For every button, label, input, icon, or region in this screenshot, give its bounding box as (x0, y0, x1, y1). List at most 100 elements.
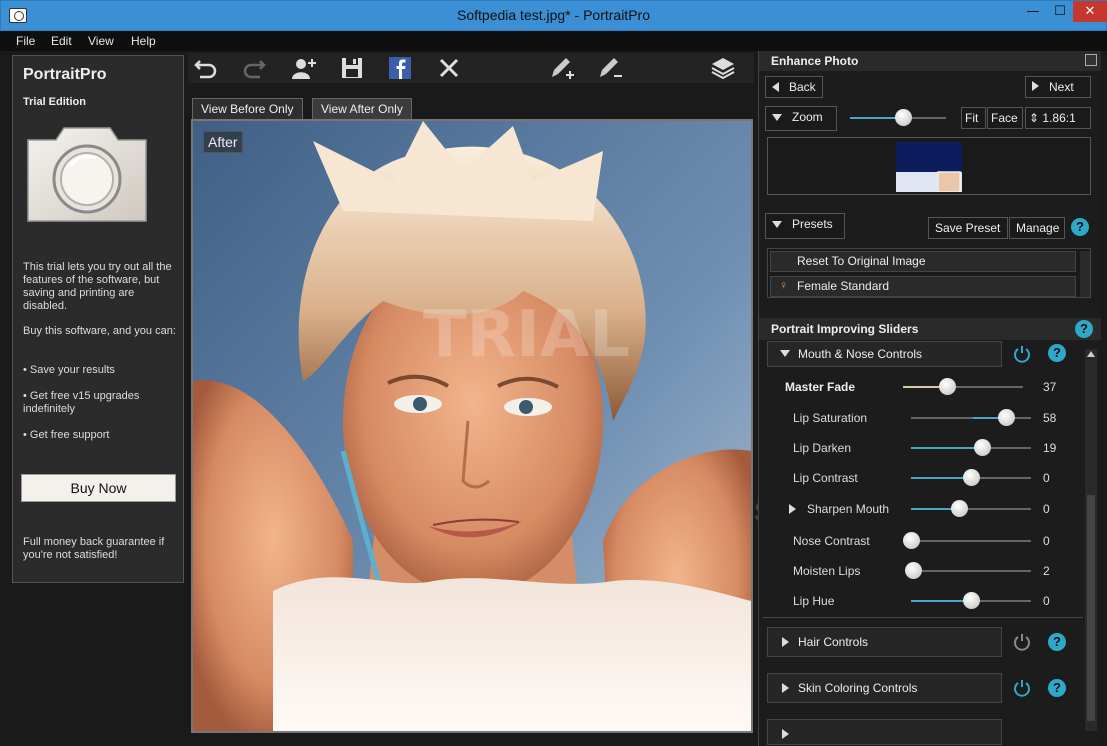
slider-knob[interactable] (903, 532, 920, 549)
menu-help[interactable]: Help (131, 34, 156, 48)
slider-track[interactable] (911, 439, 1031, 456)
scroll-up-icon[interactable] (1087, 351, 1095, 357)
chevron-down-icon (772, 221, 782, 228)
slider-knob[interactable] (974, 439, 991, 456)
slider-fill (911, 447, 982, 449)
close-button[interactable]: ✕ (1073, 1, 1107, 22)
window-title: Softpedia test.jpg* - PortraitPro (457, 7, 650, 23)
menu-file[interactable]: File (16, 34, 35, 48)
partial-section[interactable] (767, 719, 1002, 745)
slider-fill (911, 477, 971, 479)
fit-button[interactable]: Fit (961, 107, 986, 129)
slider-knob[interactable] (905, 562, 922, 579)
slider-master-fade[interactable]: Master Fade 37 (759, 372, 1101, 402)
redo-icon[interactable] (240, 55, 268, 81)
right-panel: Enhance Photo Back Next Zoom Fit Face ⇕ … (758, 51, 1101, 746)
next-arrow-icon (1032, 81, 1039, 91)
zoom-toggle[interactable]: Zoom (765, 106, 837, 131)
skin-coloring-section[interactable]: Skin Coloring Controls (767, 673, 1002, 703)
layers-icon[interactable] (709, 55, 737, 81)
zoom-slider[interactable] (850, 109, 946, 126)
add-person-icon[interactable] (290, 55, 318, 81)
next-button[interactable]: Next (1025, 76, 1091, 98)
save-icon[interactable] (338, 55, 366, 81)
undo-icon[interactable] (192, 55, 220, 81)
brush-add-icon[interactable] (548, 55, 576, 81)
chevron-down-icon (772, 114, 782, 121)
slider-knob[interactable] (939, 378, 956, 395)
slider-nose-contrast[interactable]: Nose Contrast 0 (759, 526, 1101, 556)
help-icon[interactable]: ? (1075, 320, 1093, 338)
power-icon[interactable] (1013, 633, 1031, 651)
preset-item[interactable]: Reset To Original Image (770, 251, 1076, 272)
tab-view-after-only[interactable]: View After Only (312, 98, 412, 119)
chevron-down-icon (780, 350, 790, 357)
face-button[interactable]: Face (987, 107, 1023, 129)
power-icon[interactable] (1013, 345, 1031, 363)
slider-lip-saturation[interactable]: Lip Saturation 58 (759, 403, 1101, 433)
photo-canvas[interactable]: TRIAL After (191, 119, 753, 733)
guarantee-text: Full money back guarantee if you're not … (23, 536, 165, 561)
facebook-icon[interactable] (386, 55, 414, 81)
mouth-nose-section[interactable]: Mouth & Nose Controls (767, 341, 1002, 367)
brand-name: PortraitPro (23, 66, 107, 83)
help-icon[interactable]: ? (1048, 344, 1066, 362)
minimize-button[interactable]: — (1019, 1, 1047, 22)
scroll-thumb[interactable] (1087, 495, 1095, 721)
title-bar: Softpedia test.jpg* - PortraitPro — ☐ ✕ (0, 0, 1107, 31)
slider-lip-contrast[interactable]: Lip Contrast 0 (759, 463, 1101, 493)
tab-view-before-only[interactable]: View Before Only (192, 98, 303, 119)
slider-knob[interactable] (963, 592, 980, 609)
zoom-ratio-field[interactable]: ⇕ 1.86:1 (1025, 107, 1091, 129)
slider-track[interactable] (911, 469, 1031, 486)
female-icon: ♀ (779, 278, 788, 292)
slider-track[interactable] (911, 500, 1031, 517)
presets-toggle[interactable]: Presets (765, 213, 845, 239)
slider-track[interactable] (911, 409, 1031, 426)
slider-sharpen-mouth[interactable]: Sharpen Mouth 0 (759, 494, 1101, 524)
divider (763, 617, 1083, 618)
presets-scrollbar[interactable] (1080, 251, 1090, 297)
trial-info-panel: PortraitPro Trial Edition This trial let… (12, 55, 184, 583)
thumbnail-image (896, 142, 962, 192)
after-overlay-label: After (203, 131, 243, 153)
power-icon[interactable] (1013, 679, 1031, 697)
expand-arrow-icon (782, 683, 789, 693)
back-button[interactable]: Back (765, 76, 823, 98)
panel-restore-icon[interactable] (1085, 54, 1097, 66)
benefit-item: • Save your results (23, 364, 115, 376)
expand-arrow-icon (782, 729, 789, 739)
slider-track[interactable] (911, 592, 1031, 609)
buy-intro: Buy this software, and you can: (23, 325, 176, 337)
preset-item[interactable]: ♀ Female Standard (770, 276, 1076, 297)
slider-knob[interactable] (998, 409, 1015, 426)
maximize-button[interactable]: ☐ (1047, 1, 1073, 22)
help-icon[interactable]: ? (1048, 679, 1066, 697)
expand-arrow-icon (782, 637, 789, 647)
expand-arrow-icon[interactable] (789, 504, 796, 514)
slider-knob[interactable] (963, 469, 980, 486)
hair-controls-section[interactable]: Hair Controls (767, 627, 1002, 657)
benefit-item: • Get free support (23, 429, 110, 441)
brush-remove-icon[interactable] (596, 55, 624, 81)
slider-track[interactable] (903, 532, 1031, 549)
navigator-preview[interactable] (767, 137, 1091, 195)
enhance-photo-header: Enhance Photo (759, 51, 1101, 71)
close-image-icon[interactable] (435, 55, 463, 81)
zoom-slider-knob[interactable] (895, 109, 912, 126)
slider-moisten-lips[interactable]: Moisten Lips 2 (759, 556, 1101, 586)
sliders-scrollbar[interactable] (1085, 349, 1097, 731)
slider-fill (911, 600, 971, 602)
buy-now-button[interactable]: Buy Now (21, 474, 176, 502)
slider-track[interactable] (905, 562, 1031, 579)
slider-lip-hue[interactable]: Lip Hue 0 (759, 586, 1101, 616)
help-icon[interactable]: ? (1071, 218, 1089, 236)
help-icon[interactable]: ? (1048, 633, 1066, 651)
manage-presets-button[interactable]: Manage (1009, 217, 1065, 239)
save-preset-button[interactable]: Save Preset (928, 217, 1008, 239)
menu-edit[interactable]: Edit (51, 34, 72, 48)
slider-knob[interactable] (951, 500, 968, 517)
slider-lip-darken[interactable]: Lip Darken 19 (759, 433, 1101, 463)
slider-track[interactable] (903, 378, 1023, 395)
menu-view[interactable]: View (88, 34, 114, 48)
